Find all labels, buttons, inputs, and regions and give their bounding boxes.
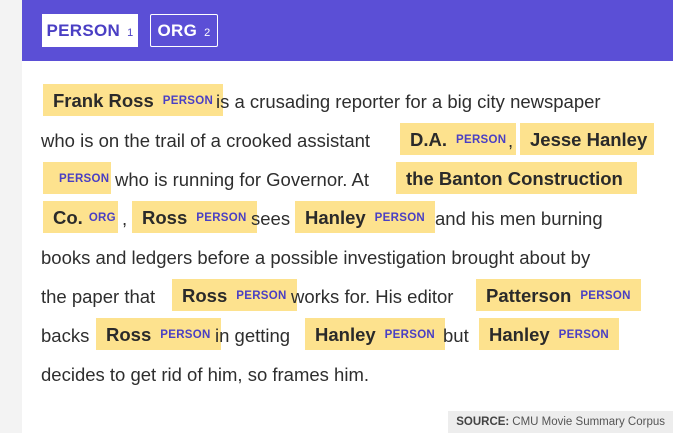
text-fragment: , (508, 130, 514, 151)
entity-span[interactable]: Frank Ross PERSON (43, 84, 224, 116)
entity-text: D.A. (410, 128, 447, 150)
entity-type: ORG (88, 212, 116, 224)
entity-type: PERSON (374, 212, 426, 224)
entity-type: PERSON (558, 329, 610, 341)
text-fragment: who is on the trail of a crooked assista… (41, 130, 371, 151)
entity-span[interactable]: Hanley PERSON (295, 201, 436, 233)
entity-span[interactable]: Ross PERSON (96, 318, 221, 350)
text-fragment: sees (251, 208, 291, 229)
text-fragment: is a crusading reporter for a big city n… (216, 91, 601, 112)
entity-span[interactable]: Ross PERSON (132, 201, 257, 233)
text-line: the paper that Ross PERSON works for. Hi… (41, 277, 666, 316)
text-fragment: but (443, 325, 469, 346)
entity-span[interactable]: Patterson PERSON (476, 279, 641, 311)
text-fragment: the paper that (41, 286, 156, 307)
entity-span[interactable]: the Banton Construction (396, 162, 637, 194)
entity-type: PERSON (160, 329, 211, 341)
entity-text: Ross (182, 284, 228, 306)
entity-span[interactable]: Co. ORG (43, 201, 118, 233)
text-line: PERSON who is running for Governor. At t… (41, 160, 666, 199)
text-fragment: decides to get rid of him, so frames him… (41, 364, 369, 385)
entity-span[interactable]: Ross PERSON (172, 279, 297, 311)
label-count: 2 (204, 27, 211, 39)
entity-text: Hanley (305, 206, 366, 228)
entity-span[interactable]: Hanley PERSON (305, 318, 446, 350)
text-fragment: books and ledgers before a possible inve… (41, 247, 591, 268)
text-fragment: in getting (215, 325, 291, 346)
entity-type: PERSON (580, 290, 631, 302)
entity-type: PERSON (162, 95, 214, 107)
entity-text: Jesse Hanley (530, 128, 648, 150)
entity-text: Hanley (489, 323, 550, 345)
text-fragment: , (122, 208, 128, 229)
text-line: books and ledgers before a possible inve… (41, 238, 666, 277)
text-fragment: backs (41, 325, 90, 346)
label-count: 1 (127, 27, 134, 39)
source-label: SOURCE: (456, 416, 510, 428)
entity-text: Frank Ross (53, 89, 154, 111)
label-button-person[interactable]: PERSON 1 (42, 14, 138, 47)
label-name: ORG (157, 20, 198, 40)
entity-type: PERSON (59, 173, 110, 185)
entity-type: PERSON (236, 290, 287, 302)
entity-text: Ross (106, 323, 152, 345)
label-button-org[interactable]: ORG 2 (150, 14, 218, 47)
text-fragment: who is running for Governor. At (115, 169, 369, 190)
source-text: CMU Movie Summary Corpus (512, 416, 665, 428)
entity-text: Patterson (486, 284, 572, 306)
entity-type: PERSON (384, 329, 436, 341)
annotated-text: Frank Ross PERSON is a crusading reporte… (41, 82, 666, 394)
text-line: decides to get rid of him, so frames him… (41, 355, 666, 394)
source-credit: SOURCE: CMU Movie Summary Corpus (448, 411, 673, 433)
entity-text: Ross (142, 206, 188, 228)
entity-span[interactable]: PERSON (43, 162, 111, 194)
entity-text: Co. (53, 206, 83, 228)
text-line: backs Ross PERSON in getting Hanley PERS… (41, 316, 666, 355)
entity-span[interactable]: Jesse Hanley (520, 123, 654, 155)
entity-span[interactable]: D.A. PERSON (400, 123, 517, 155)
entity-text: Hanley (315, 323, 376, 345)
text-line: who is on the trail of a crooked assista… (41, 121, 666, 160)
label-name: PERSON (46, 20, 121, 40)
text-fragment: and his men burning (435, 208, 603, 229)
entity-text: the Banton Construction (406, 167, 623, 189)
text-line: Co. ORG , Ross PERSON sees Hanley PERSON… (41, 199, 666, 238)
entity-type: PERSON (196, 212, 247, 224)
entity-span[interactable]: Hanley PERSON (479, 318, 620, 350)
text-fragment: works for. His editor (291, 286, 454, 307)
text-line: Frank Ross PERSON is a crusading reporte… (41, 82, 666, 121)
entity-type: PERSON (456, 134, 507, 146)
